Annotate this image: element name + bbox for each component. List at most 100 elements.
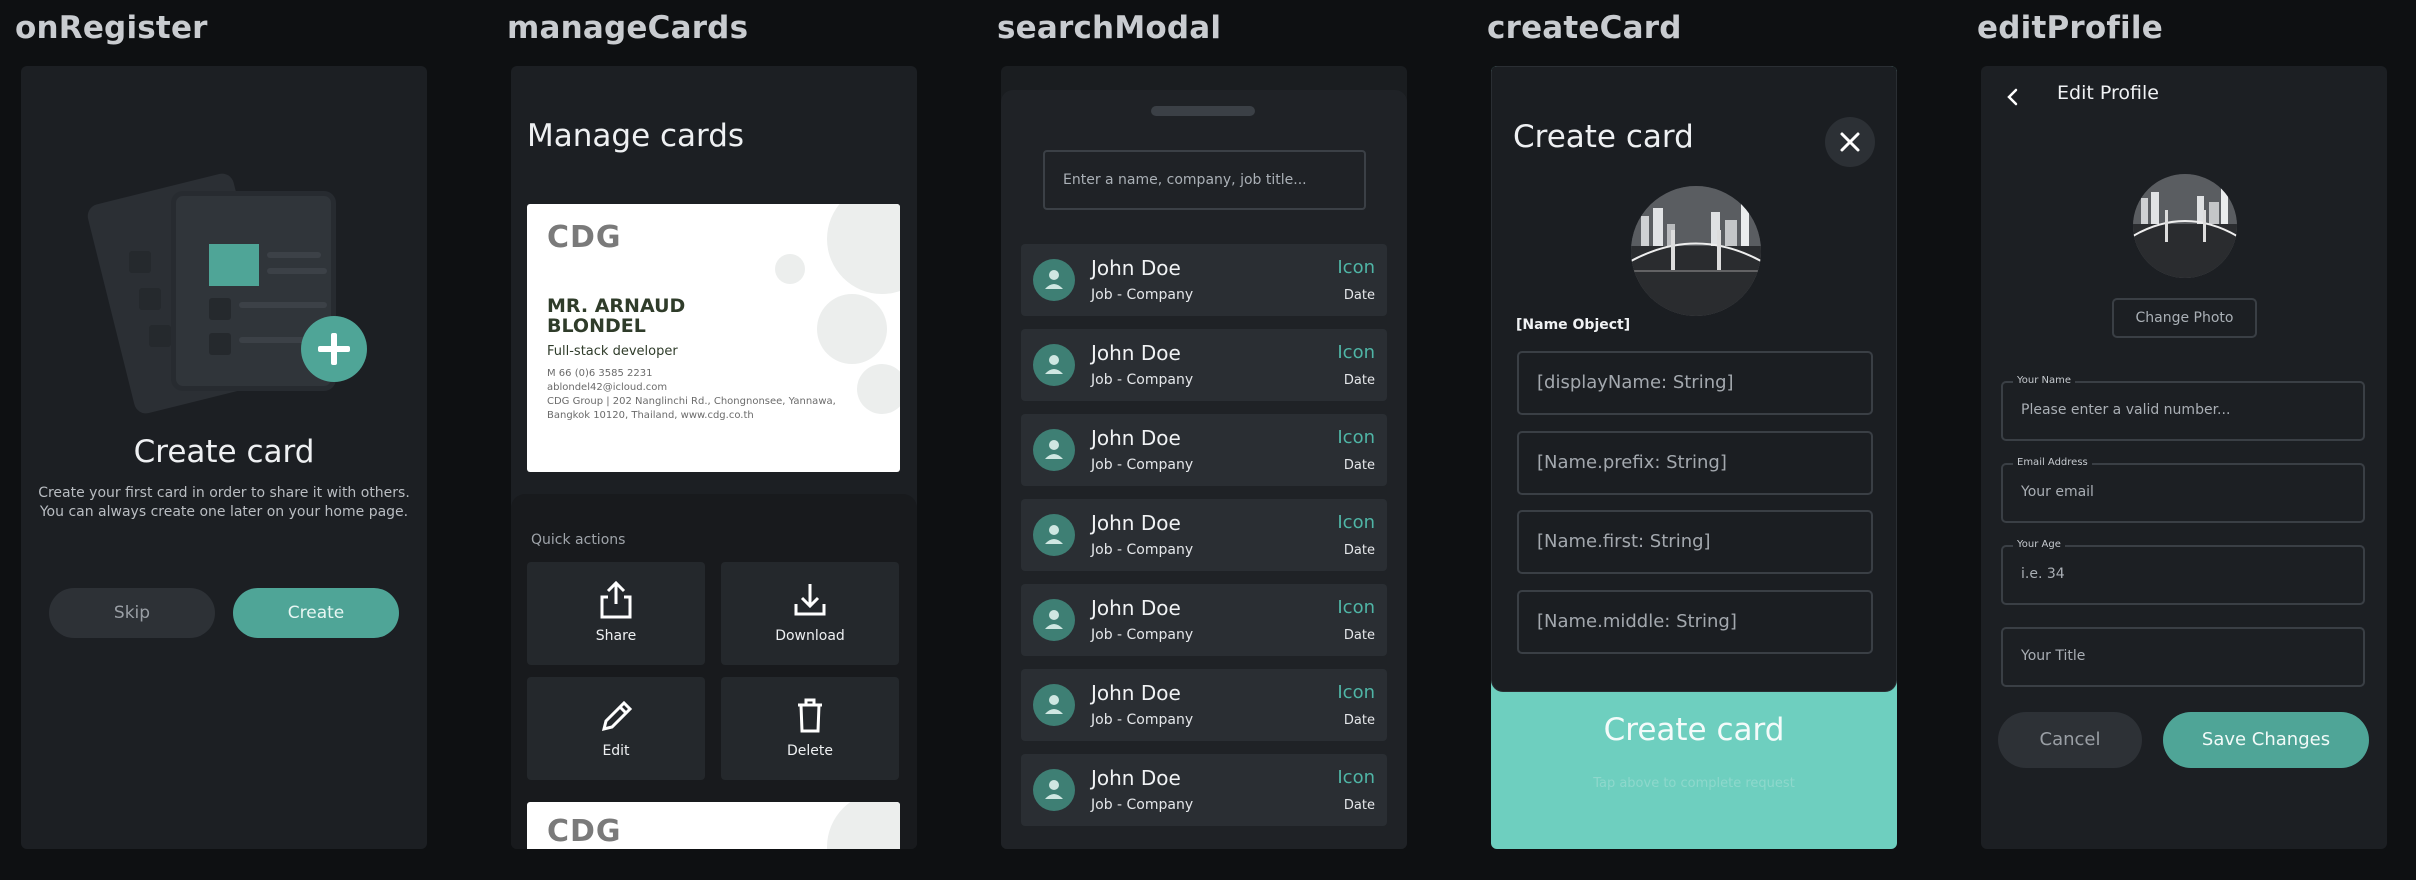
skip-button[interactable]: Skip — [49, 588, 215, 638]
avatar — [1033, 259, 1075, 301]
close-button[interactable] — [1825, 117, 1875, 167]
company-logo: CDG — [547, 220, 622, 255]
name-middle-input[interactable]: [Name.middle: String] — [1517, 590, 1873, 654]
name-object-label: [Name Object] — [1516, 317, 1631, 333]
result-date: Date — [1343, 798, 1375, 813]
share-icon — [598, 580, 634, 620]
searchmodal-screen: Enter a name, company, job title... John… — [1001, 66, 1407, 849]
frame-title-managecards: manageCards — [507, 10, 749, 46]
create-card-button[interactable]: Create card — [1491, 712, 1897, 748]
search-result-row[interactable]: John Doe Job - Company Icon Date — [1021, 244, 1387, 316]
delete-button[interactable]: Delete — [721, 677, 899, 780]
avatar — [1033, 429, 1075, 471]
change-photo-button[interactable]: Change Photo — [2112, 298, 2257, 338]
onregister-description: Create your first card in order to share… — [38, 485, 410, 520]
frame-title-createcard: createCard — [1487, 10, 1682, 46]
result-icon-label: Icon — [1337, 597, 1375, 618]
frame-title-editprofile: editProfile — [1977, 10, 2163, 46]
result-job: Job - Company — [1091, 627, 1194, 643]
result-date: Date — [1343, 288, 1375, 303]
avatar — [1033, 684, 1075, 726]
result-name: John Doe — [1091, 426, 1181, 450]
page-title: Edit Profile — [2057, 82, 2159, 104]
result-date: Date — [1343, 458, 1375, 473]
card-address-line2: Bangkok 10120, Thailand, www.cdg.co.th — [547, 410, 754, 421]
card-email: ablondel42@icloud.com — [547, 382, 668, 393]
result-date: Date — [1343, 628, 1375, 643]
onregister-screen: Create card Create your first card in or… — [21, 66, 427, 849]
result-icon-label: Icon — [1337, 257, 1375, 278]
result-job: Job - Company — [1091, 287, 1194, 303]
business-card[interactable]: CDG MR. ARNAUD BLONDEL Full-stack develo… — [527, 204, 900, 472]
name-field[interactable]: Your Name Please enter a valid number... — [2001, 375, 2365, 441]
name-first-input[interactable]: [Name.first: String] — [1517, 510, 1873, 574]
profile-photo — [2133, 174, 2237, 278]
age-field[interactable]: Your Age i.e. 34 — [2001, 539, 2365, 605]
search-input[interactable]: Enter a name, company, job title... — [1043, 150, 1366, 210]
result-name: John Doe — [1091, 596, 1181, 620]
title-field[interactable]: Your Title — [2001, 627, 2365, 687]
result-date: Date — [1343, 543, 1375, 558]
profile-photo — [1631, 186, 1761, 316]
save-changes-button[interactable]: Save Changes — [2163, 712, 2369, 768]
result-icon-label: Icon — [1337, 427, 1375, 448]
avatar — [1033, 769, 1075, 811]
avatar — [1033, 599, 1075, 641]
share-button[interactable]: Share — [527, 562, 705, 665]
name-prefix-input[interactable]: [Name.prefix: String] — [1517, 431, 1873, 495]
result-name: John Doe — [1091, 511, 1181, 535]
avatar — [1033, 344, 1075, 386]
card-phone: M 66 (0)6 3585 2231 — [547, 368, 653, 379]
onregister-title: Create card — [133, 434, 315, 470]
result-job: Job - Company — [1091, 797, 1194, 813]
create-card-hint: Tap above to complete request — [1593, 776, 1795, 791]
back-button[interactable] — [2003, 86, 2023, 112]
page-title: Manage cards — [527, 118, 745, 154]
result-icon-label: Icon — [1337, 342, 1375, 363]
quick-actions-label: Quick actions — [531, 532, 626, 548]
search-result-row[interactable]: John Doe Job - Company Icon Date — [1021, 754, 1387, 826]
edit-button[interactable]: Edit — [527, 677, 705, 780]
result-job: Job - Company — [1091, 372, 1194, 388]
trash-icon — [792, 695, 828, 735]
search-result-row[interactable]: John Doe Job - Company Icon Date — [1021, 414, 1387, 486]
page-title: Create card — [1513, 119, 1694, 155]
close-icon — [1825, 132, 1875, 171]
result-date: Date — [1343, 713, 1375, 728]
company-logo: CDG — [547, 814, 622, 849]
business-card-secondary[interactable]: CDG — [527, 802, 900, 849]
managecards-screen: Manage cards CDG MR. ARNAUD BLONDEL Full… — [511, 66, 917, 849]
drag-handle[interactable] — [1151, 106, 1255, 116]
result-job: Job - Company — [1091, 457, 1194, 473]
result-job: Job - Company — [1091, 712, 1194, 728]
cancel-button[interactable]: Cancel — [1998, 712, 2142, 768]
result-name: John Doe — [1091, 256, 1181, 280]
search-result-row[interactable]: John Doe Job - Company Icon Date — [1021, 584, 1387, 656]
card-holder-name: MR. ARNAUD BLONDEL — [547, 295, 686, 337]
download-button[interactable]: Download — [721, 562, 899, 665]
card-address-line1: CDG Group | 202 Nanglinchi Rd., Chongnon… — [547, 396, 836, 407]
createcard-screen: Create card [Name Object] [displayName: … — [1491, 66, 1897, 849]
avatar — [1033, 514, 1075, 556]
result-name: John Doe — [1091, 341, 1181, 365]
result-icon-label: Icon — [1337, 767, 1375, 788]
search-result-row[interactable]: John Doe Job - Company Icon Date — [1021, 669, 1387, 741]
email-field[interactable]: Email Address Your email — [2001, 457, 2365, 523]
result-name: John Doe — [1091, 681, 1181, 705]
chevron-left-icon — [2003, 88, 2023, 112]
result-job: Job - Company — [1091, 542, 1194, 558]
result-name: John Doe — [1091, 766, 1181, 790]
frame-title-onregister: onRegister — [15, 10, 208, 46]
search-result-row[interactable]: John Doe Job - Company Icon Date — [1021, 499, 1387, 571]
search-result-row[interactable]: John Doe Job - Company Icon Date — [1021, 329, 1387, 401]
create-button[interactable]: Create — [233, 588, 399, 638]
frame-title-searchmodal: searchModal — [997, 10, 1222, 46]
download-icon — [792, 580, 828, 620]
display-name-input[interactable]: [displayName: String] — [1517, 351, 1873, 415]
add-card-icon — [301, 316, 367, 382]
result-date: Date — [1343, 373, 1375, 388]
result-icon-label: Icon — [1337, 512, 1375, 533]
create-card-sheet: Create card [Name Object] [displayName: … — [1491, 66, 1897, 692]
card-role: Full-stack developer — [547, 344, 678, 359]
result-icon-label: Icon — [1337, 682, 1375, 703]
